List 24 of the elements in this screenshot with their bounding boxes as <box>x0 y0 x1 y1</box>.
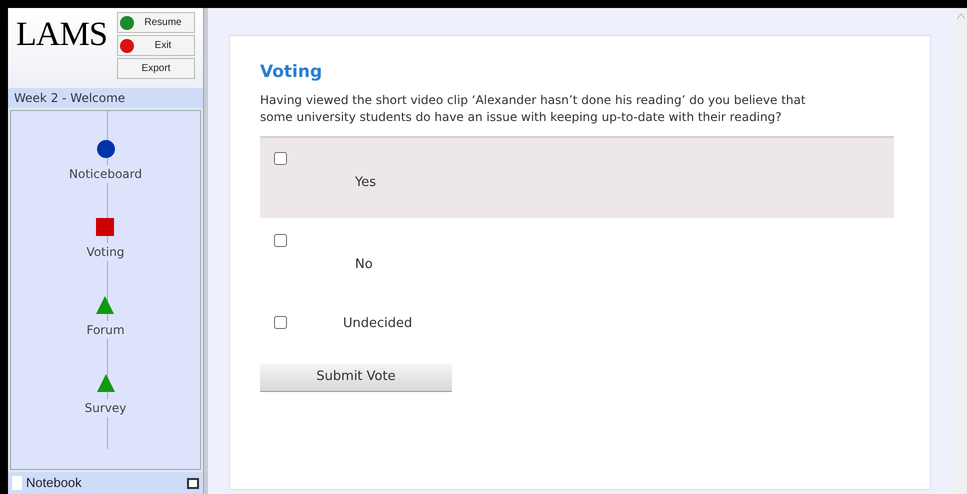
window-icon[interactable] <box>187 478 199 488</box>
checkbox[interactable] <box>274 234 287 246</box>
lams-logo: LAMS <box>16 18 108 55</box>
square-icon[interactable] <box>95 217 116 237</box>
triangle-icon[interactable] <box>95 295 116 315</box>
option-label: Undecided <box>343 314 412 332</box>
option-label: Yes <box>355 174 377 192</box>
circle-icon[interactable] <box>96 139 116 159</box>
page-icon <box>12 476 22 490</box>
triangle-icon[interactable] <box>96 373 116 393</box>
checkbox[interactable] <box>274 152 287 164</box>
submit-vote-button[interactable]: Submit Vote <box>260 364 452 392</box>
activity-title: Voting <box>260 61 324 84</box>
option-label: No <box>355 256 374 274</box>
toolbar-button[interactable]: Export <box>117 58 195 79</box>
toolbar-button[interactable]: Exit <box>117 35 195 56</box>
activity-label[interactable]: Forum <box>86 321 125 339</box>
lesson-title: Week 2 - Welcome <box>8 88 203 108</box>
question-text: Having viewed the short video clip ‘Alexander hasn’t done his reading’ do you believe that some university students do have an issue with keeping up-to-date with their reading? <box>260 92 807 126</box>
activity-label[interactable]: Survey <box>84 399 126 417</box>
activity-label[interactable]: Noticeboard <box>69 165 142 183</box>
activity-label[interactable]: Voting <box>86 243 124 261</box>
toolbar-button[interactable]: Resume <box>117 12 195 33</box>
checkbox[interactable] <box>274 316 287 328</box>
